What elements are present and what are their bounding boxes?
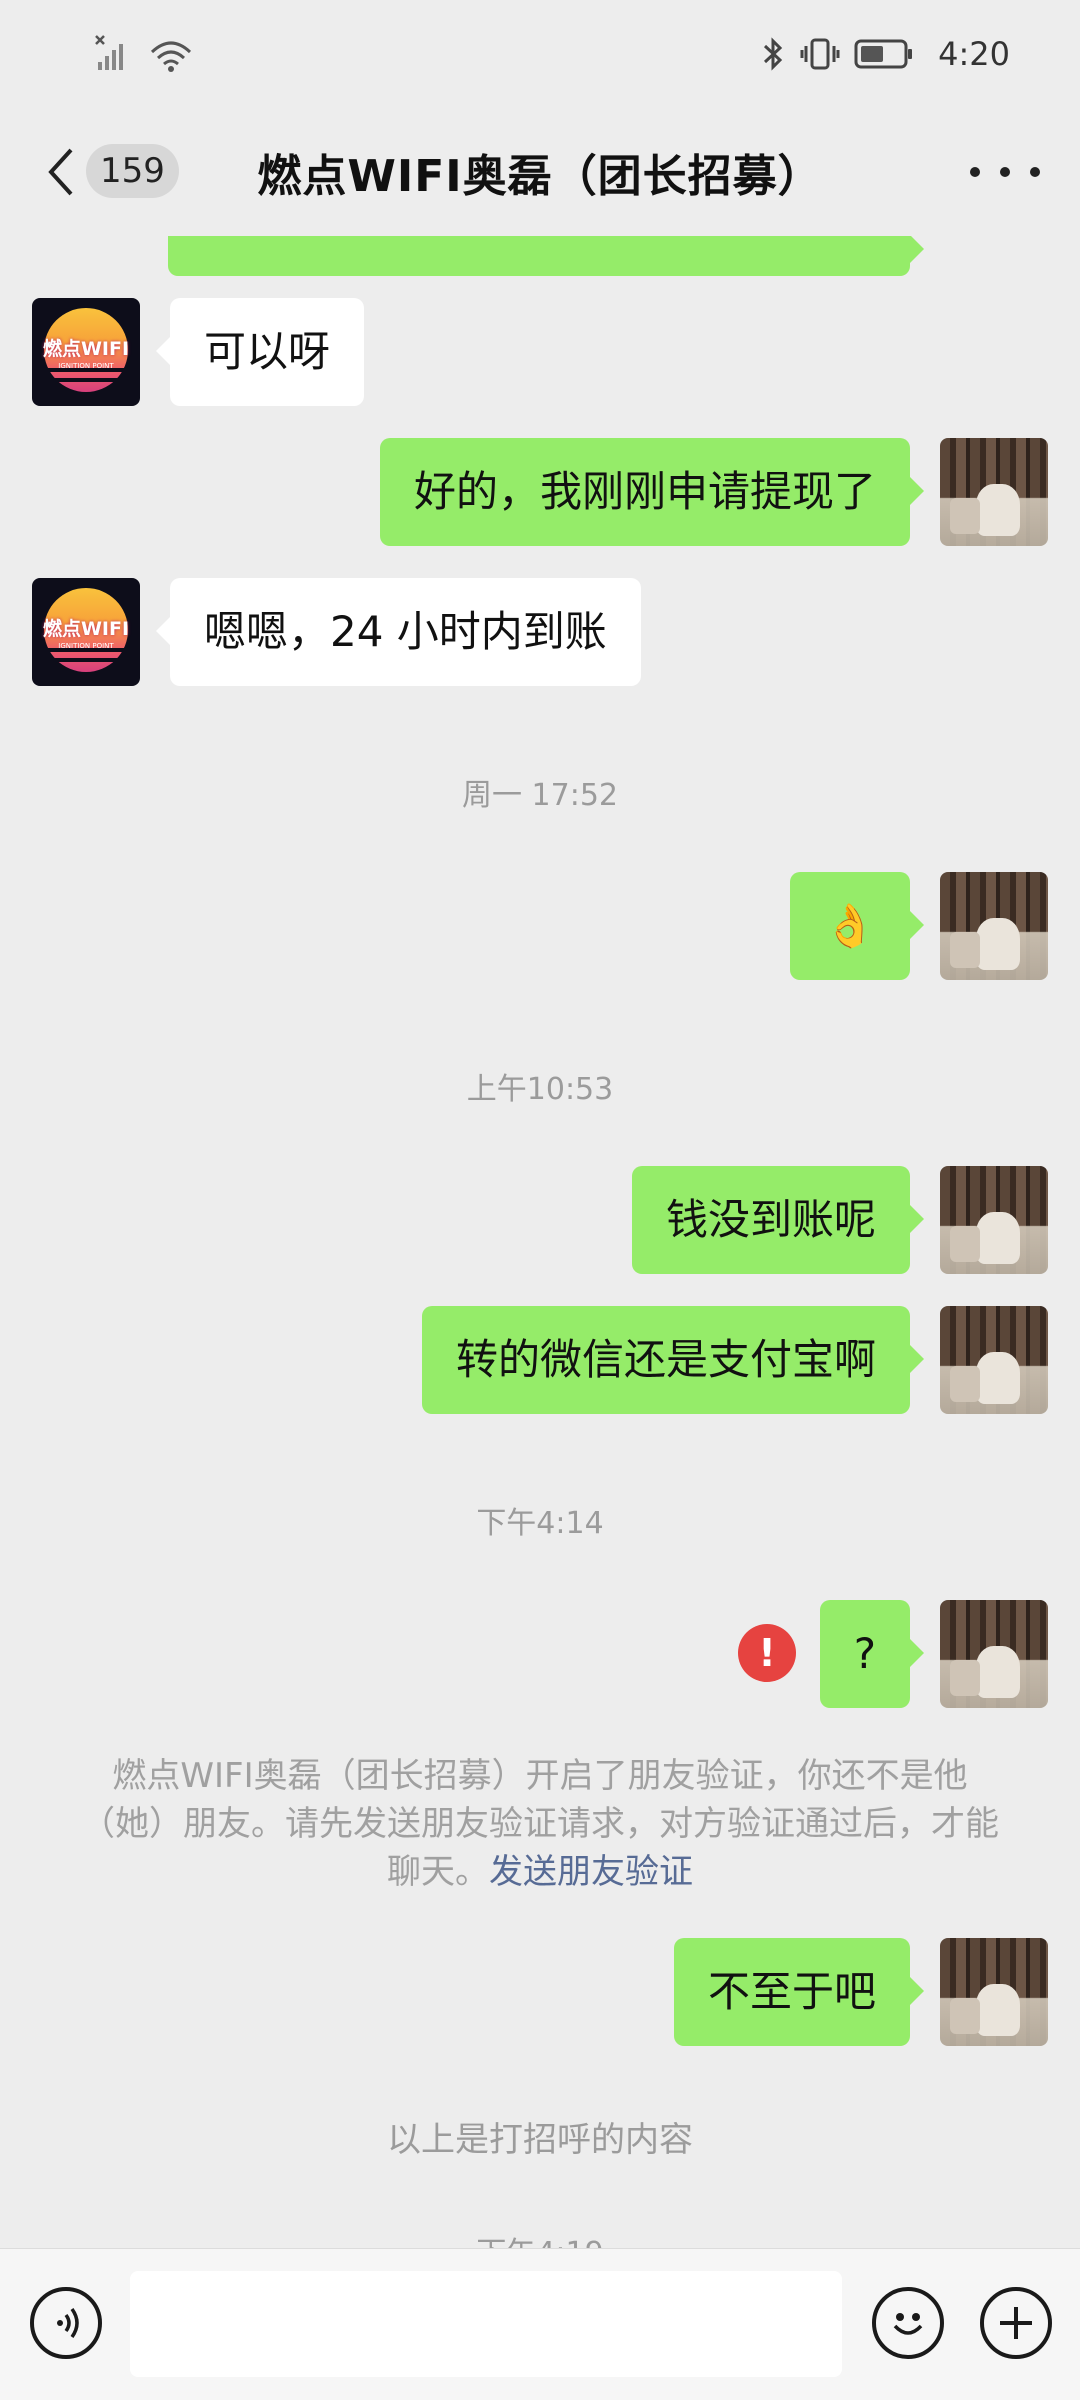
plus-button[interactable] [980, 2287, 1052, 2359]
voice-button[interactable] [30, 2287, 102, 2359]
message-bubble[interactable]: 转的微信还是支付宝啊 [421, 1306, 925, 1414]
plus-icon [1000, 2307, 1032, 2339]
my-avatar[interactable] [940, 872, 1048, 980]
message-bubble-partial[interactable] [168, 236, 924, 276]
voice-icon [57, 2307, 79, 2339]
no-signal-icon [95, 35, 123, 70]
message-bubble[interactable]: 好的，我刚刚申请提现了 [379, 438, 925, 546]
my-avatar[interactable] [940, 438, 1048, 546]
timestamp: 下午4:14 [476, 1506, 604, 1541]
send-failed-icon[interactable]: ! [738, 1624, 796, 1682]
my-avatar[interactable] [940, 1600, 1048, 1708]
message-bubble[interactable]: 钱没到账呢 [631, 1166, 925, 1274]
my-avatar[interactable] [940, 1166, 1048, 1274]
vibrate-icon [800, 38, 840, 70]
send-verification-link[interactable]: 发送朋友验证 [489, 1852, 693, 1892]
contact-avatar[interactable]: 燃点WIFI IGNITION POINT [32, 298, 140, 406]
logo-stripe [44, 378, 128, 382]
status-time: 4:20 [938, 35, 1010, 73]
logo-subtext: IGNITION POINT [58, 362, 114, 370]
my-avatar[interactable] [940, 1306, 1048, 1414]
battery-icon [854, 39, 913, 69]
emoji-button[interactable] [872, 2287, 944, 2359]
timestamp: 上午10:53 [466, 1072, 614, 1107]
timestamp: 周一 17:52 [462, 778, 618, 813]
input-bar [0, 2248, 1080, 2400]
more-dots-icon [1000, 167, 1010, 177]
logo-stripe [44, 658, 128, 662]
message-bubble[interactable]: 可以呀 [155, 298, 365, 406]
status-right: 4:20 [760, 34, 1010, 74]
more-dots-icon [970, 167, 980, 177]
emoji-icon [893, 2313, 923, 2335]
wifi-icon [150, 41, 192, 72]
logo-text: 燃点WIFI [42, 618, 130, 640]
message-bubble[interactable]: 嗯嗯，24 小时内到账 [156, 578, 641, 686]
message-bubble[interactable]: 👌 [789, 872, 925, 980]
message-bubble[interactable]: ? [819, 1600, 925, 1708]
status-bar: 4:20 [0, 0, 1080, 108]
contact-avatar[interactable]: 燃点WIFI IGNITION POINT [32, 578, 140, 686]
greeting-note: 以上是打招呼的内容 [387, 2120, 693, 2160]
bluetooth-icon [764, 37, 783, 71]
logo-text: 燃点WIFI [42, 338, 130, 360]
message-input[interactable] [130, 2271, 842, 2377]
friend-verification-notice: 燃点WIFI奥磊（团长招募）开启了朋友验证，你还不是他（她）朋友。请先发送朋友验… [80, 1752, 1000, 1896]
more-button[interactable] [970, 152, 1040, 192]
timestamp: 下午4:19 [0, 2228, 1080, 2248]
message-list[interactable]: 燃点WIFI IGNITION POINT 可以呀 好的，我刚刚申请提现了 燃点… [0, 236, 1080, 2248]
logo-subtext: IGNITION POINT [58, 642, 114, 650]
status-left [94, 34, 194, 74]
message-bubble[interactable]: 不至于吧 [673, 1938, 925, 2046]
chat-title: 燃点WIFI奥磊（团长招募） [257, 151, 823, 202]
more-dots-icon [1030, 167, 1040, 177]
chat-header: 159 燃点WIFI奥磊（团长招募） [0, 108, 1080, 236]
my-avatar[interactable] [940, 1938, 1048, 2046]
